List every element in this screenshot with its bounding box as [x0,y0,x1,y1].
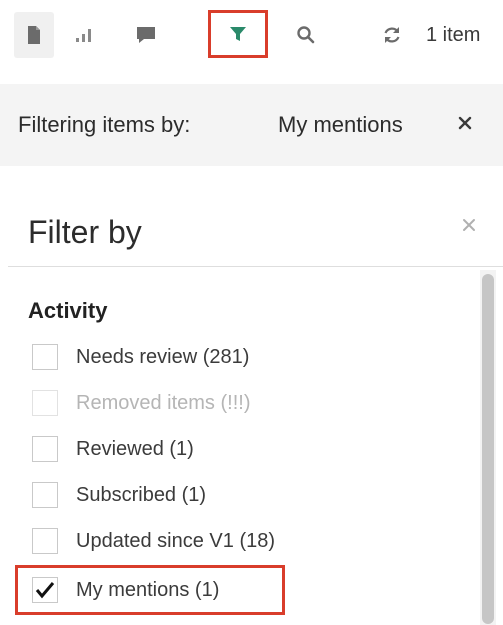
filter-option-needs-review[interactable]: Needs review (281) [32,340,332,374]
section-heading-activity: Activity [28,298,108,323]
checkbox[interactable] [32,436,58,462]
filter-option-label: Reviewed (1) [76,437,194,460]
checkmark-icon [35,582,55,599]
checkbox[interactable] [32,344,58,370]
checkbox-checked[interactable] [32,577,58,603]
filter-option-label: Needs review (281) [76,345,250,368]
checkbox[interactable] [32,482,58,508]
filter-option-label: Subscribed (1) [76,483,207,506]
close-icon [463,219,475,231]
stats-button[interactable] [64,12,104,58]
filter-panel: Filter by Activity Needs review (281) Re… [8,196,503,625]
filter-button-highlight [208,10,268,58]
close-icon [458,116,472,130]
scrollbar-track[interactable] [480,270,496,625]
comment-icon [137,27,155,43]
comments-button[interactable] [124,12,168,58]
refresh-icon [384,27,400,43]
filter-button[interactable] [208,10,268,58]
item-count: 1 item [426,24,481,46]
close-panel-button[interactable] [454,210,484,240]
active-filter-label: My mentions [278,112,403,137]
filter-option-subscribed[interactable]: Subscribed (1) [32,478,332,512]
panel-divider [8,266,503,267]
filter-option-updated-since-v1[interactable]: Updated since V1 (18) [32,524,332,558]
refresh-button[interactable] [372,12,412,58]
filter-option-label: Removed items (!!!) [76,391,251,414]
panel-title: Filter by [28,214,142,250]
bar-chart-icon [76,29,91,42]
documents-button[interactable] [14,12,54,58]
filter-summary-label: Filtering items by: [18,112,191,137]
search-icon [297,26,315,44]
scrollbar-thumb[interactable] [482,274,494,624]
checkbox[interactable] [32,528,58,554]
filter-option-reviewed[interactable]: Reviewed (1) [32,432,332,466]
filter-option-label: My mentions (1) [76,578,220,601]
filter-summary-bar: Filtering items by: My mentions [0,84,503,166]
filter-option-label: Updated since V1 (18) [76,529,276,552]
remove-filter-button[interactable] [452,110,478,136]
search-button[interactable] [284,12,328,58]
filter-option-removed-items[interactable]: Removed items (!!!) [32,386,332,420]
document-icon [28,26,40,44]
filter-option-my-mentions[interactable]: My mentions (1) [32,573,332,607]
checkbox[interactable] [32,390,58,416]
toolbar: 1 item [0,0,503,78]
